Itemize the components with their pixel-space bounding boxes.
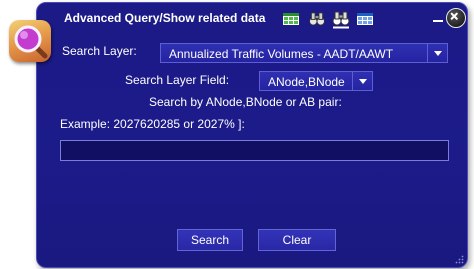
chevron-down-icon[interactable] bbox=[427, 44, 447, 62]
clear-button[interactable]: Clear bbox=[258, 229, 336, 251]
resize-grip-icon[interactable] bbox=[454, 254, 464, 264]
query-input[interactable] bbox=[60, 140, 449, 161]
page: Advanced Query/Show related data Search … bbox=[0, 0, 474, 269]
search-layer-value: Annualized Traffic Volumes - AADT/AAWT bbox=[169, 47, 394, 61]
magnifier-icon bbox=[14, 25, 48, 59]
search-hint-text: Search by ANode,BNode or AB pair: bbox=[149, 95, 342, 109]
minimize-icon[interactable] bbox=[433, 13, 443, 23]
query-panel: Advanced Query/Show related data Search … bbox=[36, 2, 468, 268]
title-bar[interactable]: Advanced Query/Show related data bbox=[37, 3, 467, 33]
search-layer-field-select[interactable]: ANode,BNode bbox=[259, 71, 373, 91]
table-blue-icon[interactable] bbox=[357, 13, 373, 25]
close-button[interactable] bbox=[446, 8, 466, 28]
search-button[interactable]: Search bbox=[177, 229, 243, 251]
search-layer-label: Search Layer: bbox=[62, 44, 137, 58]
close-x-icon bbox=[450, 12, 458, 20]
magnifier-logo bbox=[9, 20, 51, 62]
search-layer-field-label: Search Layer Field: bbox=[125, 73, 230, 87]
search-layer-select[interactable]: Annualized Traffic Volumes - AADT/AAWT bbox=[160, 43, 448, 63]
table-green-icon[interactable] bbox=[283, 13, 299, 25]
window-title: Advanced Query/Show related data bbox=[64, 11, 266, 25]
binoculars-selected-icon[interactable] bbox=[331, 11, 351, 29]
search-layer-field-value: ANode,BNode bbox=[268, 75, 345, 89]
binoculars-icon[interactable] bbox=[308, 11, 326, 26]
example-text: Example: 2027620285 or 2027% ]: bbox=[60, 117, 245, 131]
chevron-down-icon[interactable] bbox=[352, 72, 372, 90]
